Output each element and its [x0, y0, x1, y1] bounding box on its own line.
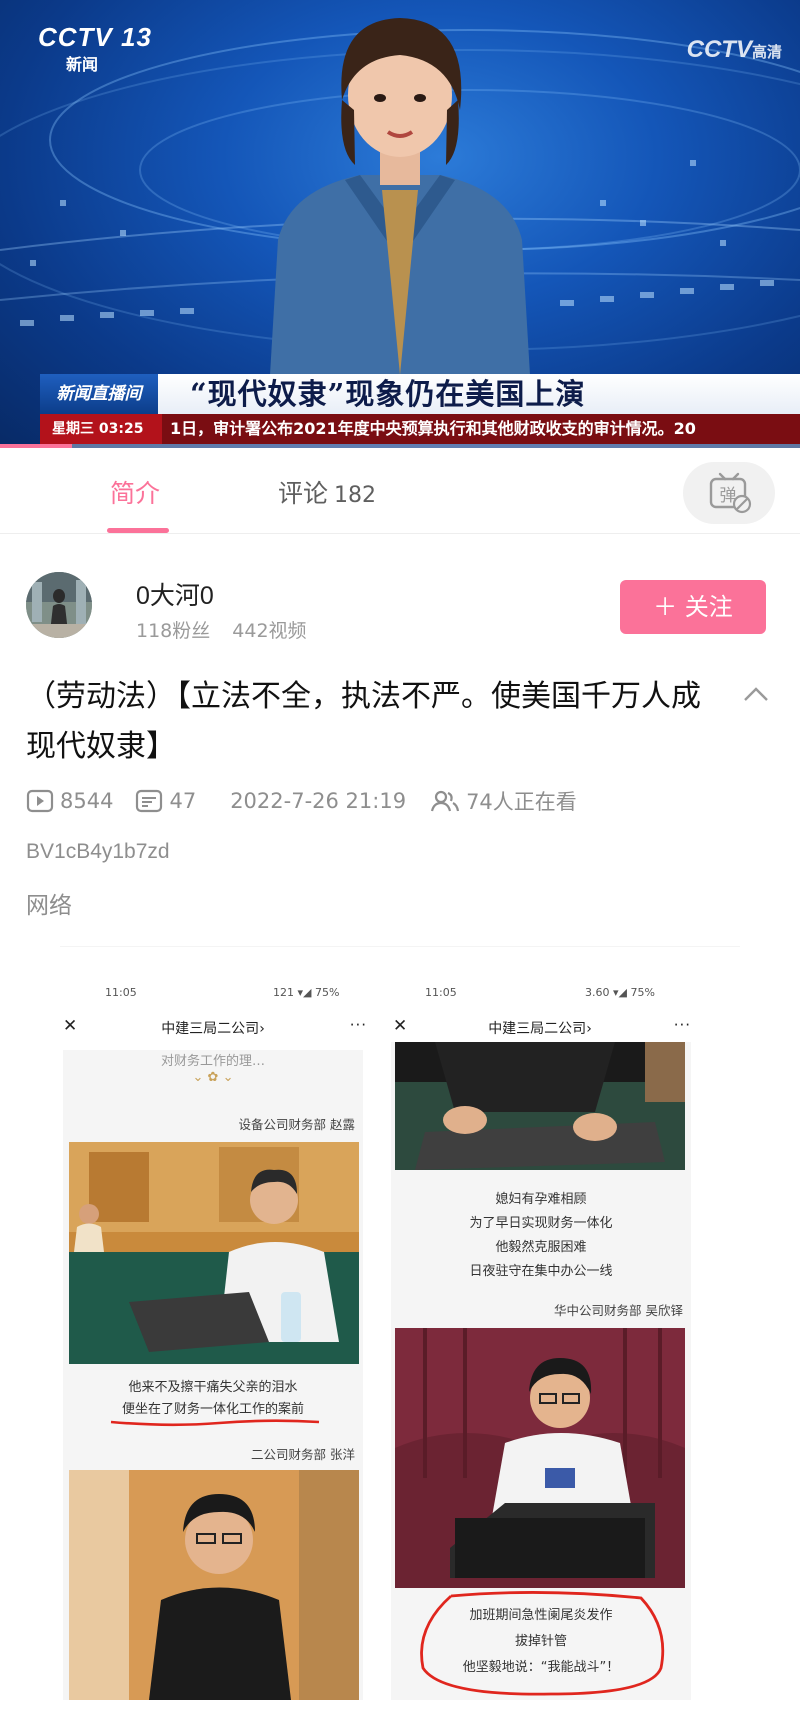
phone-screenshot-left: 11:05 121 ▾◢ 75% ✕ 中建三局二公司› ··· 对财务工作的理…… — [55, 970, 371, 1700]
video-category[interactable]: 网络 — [26, 886, 72, 920]
more-icon: ··· — [349, 1016, 367, 1034]
play-count: 8544 — [26, 789, 113, 813]
uploader-avatar[interactable] — [26, 572, 92, 638]
status-time: 11:05 — [425, 986, 457, 999]
uploader-fans: 118粉丝 — [136, 620, 211, 642]
video-meta-row: 8544 47 2022-7-26 21:19 74人正在看 — [26, 786, 577, 816]
danmaku-off-icon: 弹 — [709, 472, 752, 514]
status-icons: 3.60 ▾◢ 75% — [585, 986, 655, 999]
uploader-video-count: 442视频 — [232, 620, 307, 642]
publish-date: 2022-7-26 21:19 — [230, 789, 407, 813]
comments-count: 182 — [334, 483, 377, 508]
article-body: 媳妇有孕难相顾 为了早日实现财务一体化 他毅然克服困难 日夜驻守在集中办公一线 … — [391, 1042, 691, 1700]
cctv-watermark: CCTV高清 — [686, 36, 782, 63]
video-player[interactable]: CCTV 13 新闻 CCTV高清 新闻直播间 “现代奴隶”现象仍在美国上演 星… — [0, 0, 800, 448]
photo-typing-hands — [395, 1042, 685, 1170]
people-watching-icon — [430, 790, 460, 812]
chevron-up-icon[interactable] — [742, 686, 770, 702]
news-anchor-figure — [270, 18, 530, 375]
caption-r4: 日夜驻守在集中办公一线 — [469, 1264, 613, 1279]
account-title: 中建三局二公司 — [488, 1021, 587, 1037]
phone-screenshot-right: 11:05 3.60 ▾◢ 75% ✕ 中建三局二公司› ··· 媳妇有孕难相顾… — [385, 970, 695, 1700]
video-title: （劳动法）【立法不全，执法不严。使美国千万人成现代奴隶】 — [26, 679, 701, 764]
cctv13-logo: CCTV 13 新闻 — [38, 22, 152, 74]
photo-worker-laptop — [395, 1328, 685, 1588]
caption-r2: 为了早日实现财务一体化 — [469, 1216, 613, 1231]
caption-r3: 他毅然克服困难 — [495, 1240, 587, 1255]
photo-young-worker — [69, 1470, 359, 1700]
status-time: 11:05 — [105, 986, 137, 999]
account-title: 中建三局二公司 — [161, 1021, 260, 1037]
byline-zhaolu: 设备公司财务部 赵露 — [238, 1117, 355, 1132]
danmaku-count: 47 — [135, 789, 196, 813]
tab-bar: 简介 评论 182 — [0, 448, 800, 534]
follow-button[interactable]: ＋ 关注 — [620, 580, 766, 634]
program-tag: 新闻直播间 — [40, 374, 158, 414]
red-underline-annotation — [110, 1419, 320, 1427]
news-headline: “现代奴隶”现象仍在美国上演 — [190, 377, 586, 411]
active-tab-indicator — [107, 528, 169, 533]
article-body: 对财务工作的理… ⌄ ✿ ⌄ 设备公司财务部 赵露 他来不及擦干痛失父亲的泪水 … — [63, 1050, 363, 1700]
tab-comments[interactable]: 评论 182 — [278, 474, 376, 510]
ticker-clock: 星期三 03:25 — [40, 414, 162, 444]
status-icons: 121 ▾◢ 75% — [273, 986, 340, 999]
description-image[interactable]: 11:05 121 ▾◢ 75% ✕ 中建三局二公司› ··· 对财务工作的理…… — [55, 970, 695, 1700]
danmaku-toggle-button[interactable]: 弹 — [683, 462, 775, 524]
tab-intro[interactable]: 简介 — [110, 474, 160, 510]
uploader-stats: 118粉丝 442视频 — [136, 616, 307, 643]
caption-line-2: 便坐在了财务一体化工作的案前 — [121, 1402, 304, 1417]
more-icon: ··· — [673, 1016, 691, 1034]
play-count-icon — [26, 789, 54, 813]
divider — [60, 946, 740, 947]
caption-r1: 媳妇有孕难相顾 — [495, 1192, 587, 1207]
watching-now: 74人正在看 — [430, 786, 577, 816]
clipped-text: 对财务工作的理… — [160, 1054, 265, 1069]
byline-wuxinduo: 华中公司财务部 吴欣铎 — [554, 1303, 683, 1318]
photo-office-worker — [69, 1142, 359, 1364]
wechat-header: ✕ 中建三局二公司› ··· — [393, 1016, 691, 1037]
uploader-name[interactable]: 0大河0 — [136, 576, 214, 612]
caption-line-1: 他来不及擦干痛失父亲的泪水 — [128, 1380, 298, 1395]
ticker-text: 1日，审计署公布2021年度中央预算执行和其他财政收支的审计情况。20 — [170, 419, 696, 438]
news-lower-third: 新闻直播间 “现代奴隶”现象仍在美国上演 — [40, 374, 800, 414]
bvid[interactable]: BV1cB4y1b7zd — [26, 840, 170, 864]
news-ticker: 星期三 03:25 1日，审计署公布2021年度中央预算执行和其他财政收支的审计… — [40, 414, 800, 444]
wechat-header: ✕ 中建三局二公司› ··· — [63, 1016, 367, 1037]
red-circle-annotation — [420, 1591, 665, 1696]
byline-zhangyang: 二公司财务部 张洋 — [251, 1447, 355, 1462]
danmaku-count-icon — [136, 789, 163, 813]
